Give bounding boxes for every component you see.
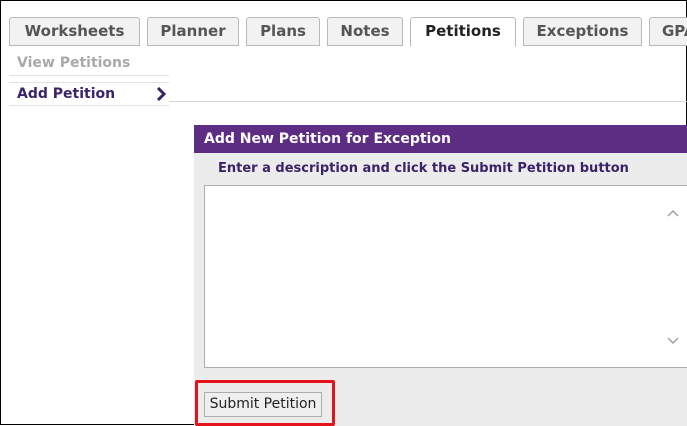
tab-petitions[interactable]: Petitions xyxy=(410,17,516,47)
scroll-up-icon[interactable] xyxy=(665,205,681,221)
tab-gpa[interactable]: GPA xyxy=(649,17,687,46)
app-frame: Worksheets Planner Plans Notes Petitions… xyxy=(0,0,687,426)
subnav-add-petition-label: Add Petition xyxy=(17,86,116,102)
panel-instruction: Enter a description and click the Submit… xyxy=(218,161,629,176)
tab-worksheets[interactable]: Worksheets xyxy=(9,17,140,46)
description-textarea[interactable] xyxy=(204,185,687,368)
scroll-down-icon[interactable] xyxy=(665,333,681,349)
tab-plans[interactable]: Plans xyxy=(246,17,320,46)
tab-notes[interactable]: Notes xyxy=(327,17,403,46)
panel-header: Add New Petition for Exception xyxy=(194,125,687,153)
tab-bar: Worksheets Planner Plans Notes Petitions… xyxy=(9,17,687,47)
subnav-view-petitions[interactable]: View Petitions xyxy=(9,52,169,76)
content-divider xyxy=(169,101,687,102)
tab-planner[interactable]: Planner xyxy=(147,17,239,46)
chevron-right-icon xyxy=(156,83,167,105)
submit-petition-button[interactable]: Submit Petition xyxy=(204,392,322,417)
tab-exceptions[interactable]: Exceptions xyxy=(523,17,642,46)
subnav-view-petitions-label: View Petitions xyxy=(17,55,131,71)
subnav-add-petition[interactable]: Add Petition xyxy=(9,82,169,106)
